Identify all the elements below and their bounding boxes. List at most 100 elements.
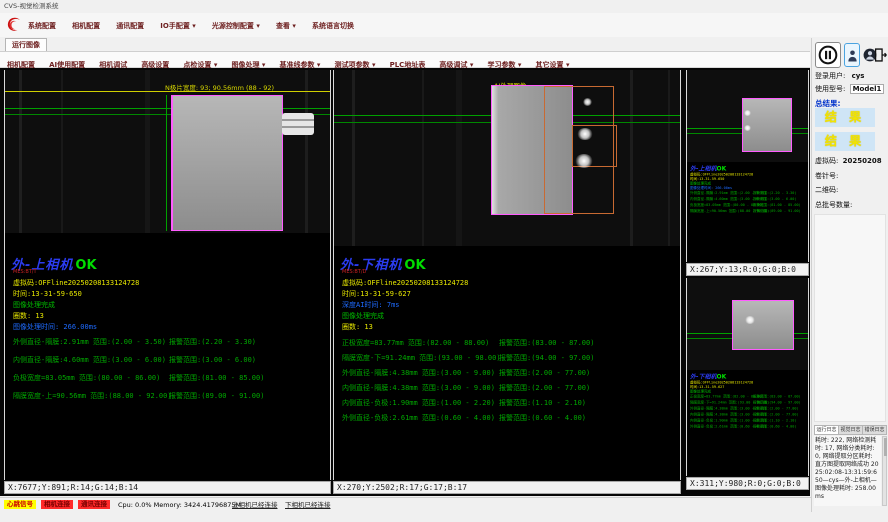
- measurement-value: 外侧直径-隔膜:2.91mm 范围:(2.00 - 3.50): [13, 337, 166, 347]
- exit-door-icon: [874, 45, 888, 65]
- upper-process-time: 图像处理时间: 266.00ms: [13, 322, 97, 332]
- measurement-row: 外侧直径-隔膜:2.91mm 范围:(2.00 - 3.50) 报警范围:(2.…: [5, 337, 330, 347]
- model-label: 使用型号:: [815, 85, 845, 93]
- lower-process-done: 图像处理完成: [342, 311, 384, 321]
- window-titlebar: CVS-视觉检测系统: [0, 0, 888, 13]
- menu-item-view[interactable]: 查看 ▾: [276, 14, 296, 38]
- alarm-range: 报警范围:(83.00 - 87.00): [499, 338, 594, 348]
- measurement-row: 正极宽度=83.77mm 范围:(82.00 - 88.00) 报警范围:(83…: [334, 338, 680, 348]
- upper-virtual-code: 虚拟码:OFFline20250208133124728: [13, 278, 139, 288]
- log-tab-vision[interactable]: 视觉日志: [838, 425, 862, 435]
- green-edge-line: [166, 95, 167, 231]
- model-value[interactable]: Model1: [850, 84, 885, 94]
- log-text: 耗时: 222, 网络检测耗时: 17, 网络分类耗时: 0, 网络提取分区耗时…: [814, 436, 881, 506]
- electrode-region: [171, 95, 283, 231]
- led-glow-1: [744, 110, 751, 116]
- lower-ai-time: 深度AI时间: 7ms: [342, 300, 400, 310]
- login-user-row: 登录用户: cys: [815, 71, 864, 81]
- mini-measurement-row: 外侧直径-负极:2.61mm 范围:(0.60 - 4.00)报警范围:(0.6…: [687, 424, 808, 430]
- log-scrollbar[interactable]: [882, 436, 887, 506]
- led-glow-1: [577, 128, 593, 140]
- thumbnail-top-pixel-readout: X:267;Y:13;R:0;G:0;B:0: [686, 263, 809, 276]
- alarm-range: 报警范围:(1.10 - 2.10): [499, 398, 586, 408]
- measurement-value: 正极宽度=83.77mm 范围:(82.00 - 88.00): [342, 338, 489, 348]
- qr-code-label: 二维码:: [815, 185, 838, 195]
- virtual-code-value: 20250208: [843, 157, 882, 165]
- menu-item-system-config[interactable]: 系统配置: [28, 14, 56, 38]
- measurement-row: 隔膜宽度-上=90.56mm 范围:(88.00 - 92.00) 报警范围:(…: [5, 391, 330, 401]
- measurement-value: 隔膜宽度-上=90.56mm 范围:(88.00 - 92.00): [13, 391, 172, 401]
- menu-items: 系统配置 相机配置 通讯配置 IO手配置 ▾ 光源控制配置 ▾ 查看 ▾ 系统语…: [28, 13, 365, 38]
- measurement-value: 内侧直径-隔膜:4.60mm 范围:(3.00 - 6.00): [13, 355, 166, 365]
- mini-camera-title: 外-下相机OK: [690, 372, 808, 381]
- thumbnail-result-text-top: 外-上相机OK 虚拟码:OFFline20250208133124728 时间:…: [687, 164, 808, 262]
- menu-bar: 系统配置 相机配置 通讯配置 IO手配置 ▾ 光源控制配置 ▾ 查看 ▾ 系统语…: [0, 13, 888, 37]
- lower-camera-pixel-readout: X:270;Y:2502;R:17;G:17;B:17: [333, 481, 681, 494]
- led-glow-1: [745, 316, 755, 324]
- upper-loop-count: 圈数: 13: [13, 311, 44, 321]
- electrode-region: [732, 300, 794, 350]
- lower-camera-image[interactable]: AI处理图像: [334, 70, 680, 246]
- menu-item-camera-config[interactable]: 相机配置: [72, 14, 100, 38]
- measurement-value: 内侧直径-隔膜:4.38mm 范围:(3.00 - 9.00): [342, 383, 495, 393]
- menu-item-light-config[interactable]: 光源控制配置 ▾: [212, 14, 260, 38]
- menu-item-io-config[interactable]: IO手配置 ▾: [160, 14, 196, 38]
- log-tab-run[interactable]: 运行日志: [814, 425, 838, 435]
- upper-mes-label: MES:BT/T: [13, 269, 37, 275]
- upper-camera-ok-status: OK: [75, 258, 96, 273]
- window-title: CVS-视觉检测系统: [4, 2, 58, 10]
- sidebar-blank-panel: [814, 214, 886, 422]
- lower-time: 时间:13-31-59-627: [342, 289, 411, 299]
- alarm-range: 报警范围:(94.00 - 97.00): [499, 353, 594, 363]
- needle-number-label: 卷针号:: [815, 171, 838, 181]
- upper-process-done: 图像处理完成: [13, 300, 55, 310]
- tab-run-image[interactable]: 运行图像: [5, 38, 47, 51]
- camera-connection-badge: 相机连接: [41, 500, 73, 509]
- alarm-range: 报警范围:(89.00 - 91.00): [169, 391, 264, 401]
- pause-button[interactable]: [815, 42, 841, 68]
- thumbnail-panel-top: 外-上相机OK 虚拟码:OFFline20250208133124728 时间:…: [686, 70, 809, 262]
- menu-item-language-switch[interactable]: 系统语言切换: [312, 14, 354, 38]
- batch-count-label: 总批号数量:: [815, 200, 852, 210]
- measurement-row: 内侧直径-隔膜:4.60mm 范围:(3.00 - 6.00) 报警范围:(3.…: [5, 355, 330, 365]
- upper-time: 时间:13-31-59-650: [13, 289, 82, 299]
- lower-camera-panel: AI处理图像 外-下相机OK MES:BT/D 虚拟码:OFFline20250…: [333, 70, 681, 480]
- menu-item-comm-config[interactable]: 通讯配置: [116, 14, 144, 38]
- result-display-upper: 结 果: [815, 108, 875, 127]
- alarm-range: 报警范围:(2.00 - 77.00): [499, 368, 590, 378]
- upper-camera-panel: N极片宽度: 93; 90.56mm (88 - 92) 外-上相机OK MES…: [4, 70, 331, 480]
- exit-button[interactable]: [874, 42, 888, 68]
- log-scrollbar-thumb[interactable]: [884, 438, 887, 456]
- measurement-value: 内侧直径-负极:1.90mm 范围:(1.00 - 2.20): [342, 398, 495, 408]
- thumbnail-result-text-bottom: 外-下相机OK 虚拟码:OFFline20250208133124728 时间:…: [687, 372, 808, 476]
- main-view-area: N极片宽度: 93; 90.56mm (88 - 92) 外-上相机OK MES…: [0, 68, 810, 496]
- login-user-value: cys: [852, 72, 865, 80]
- led-glow-2: [744, 125, 751, 131]
- yellow-reference-line: [5, 91, 330, 92]
- alarm-range: 报警范围:(81.00 - 85.00): [169, 373, 264, 383]
- alarm-range: 报警范围:(2.20 - 3.30): [169, 337, 256, 347]
- upper-camera-image[interactable]: N极片宽度: 93; 90.56mm (88 - 92): [5, 70, 330, 233]
- thumbnail-image-top[interactable]: [687, 70, 808, 162]
- result-display-lower: 结 果: [815, 132, 875, 151]
- lower-camera-connected-link[interactable]: 下相机已经连接: [285, 500, 331, 510]
- measurement-row: 内侧直径-负极:1.90mm 范围:(1.00 - 2.20) 报警范围:(1.…: [334, 398, 680, 408]
- measurement-row: 隔膜宽度-下=91.24mm 范围:(93.00 - 98.00) 报警范围:(…: [334, 353, 680, 363]
- pause-icon: [818, 45, 838, 65]
- login-user-label: 登录用户:: [815, 72, 845, 80]
- alarm-range: 报警范围:(0.60 - 4.00): [499, 413, 586, 423]
- thumbnail-image-bottom[interactable]: [687, 278, 808, 370]
- heartbeat-status-badge: 心跳信号: [4, 500, 36, 509]
- cpu-memory-readout: Cpu: 0.0% Memory: 3424.41796875M: [118, 500, 241, 510]
- log-tab-error[interactable]: 错误日志: [862, 425, 887, 435]
- thumbnail-panel-bottom: 外-下相机OK 虚拟码:OFFline20250208133124728 时间:…: [686, 278, 809, 476]
- measurement-row: 负极宽度=83.05mm 范围:(80.00 - 86.00) 报警范围:(81…: [5, 373, 330, 383]
- lower-virtual-code: 虚拟码:OFFline20250208133124728: [342, 278, 468, 288]
- led-glow-3: [583, 98, 592, 106]
- measurement-row: 内侧直径-隔膜:4.38mm 范围:(3.00 - 9.00) 报警范围:(2.…: [334, 383, 680, 393]
- upper-camera-connected-link[interactable]: 上相机已经连接: [232, 500, 278, 510]
- user-login-button[interactable]: [844, 43, 860, 67]
- tab-row: 运行图像: [0, 37, 810, 52]
- measurement-value: 外侧直径-隔膜:4.38mm 范围:(3.00 - 9.00): [342, 368, 495, 378]
- alarm-range: 报警范围:(3.00 - 6.00): [169, 355, 256, 365]
